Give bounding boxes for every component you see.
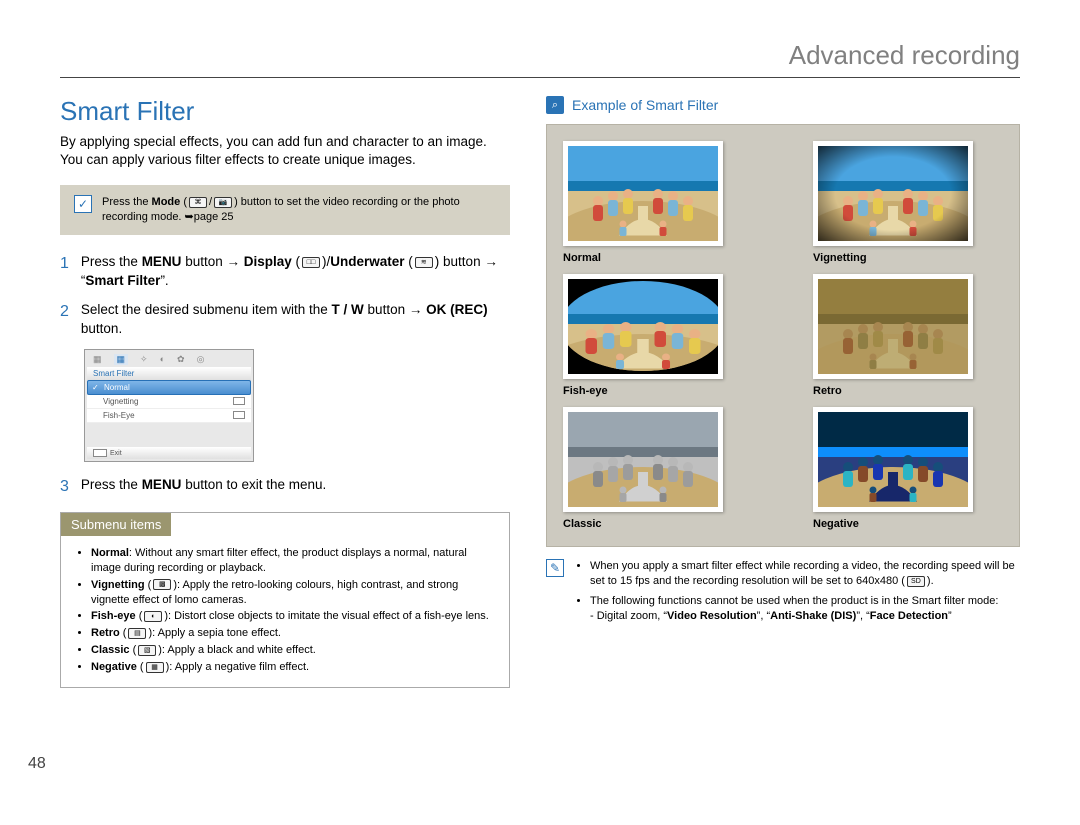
thumb-label: Normal	[563, 252, 753, 264]
osd-tab-icon-active: ▦	[114, 354, 129, 365]
header-title: Advanced recording	[789, 40, 1020, 70]
thumb-image	[563, 141, 723, 246]
thumb-image	[563, 407, 723, 512]
fisheye-icon: ◐	[144, 611, 162, 622]
vignetting-icon: ▩	[153, 579, 171, 590]
submenu-header: Submenu items	[61, 513, 171, 536]
info-icon: ✓	[74, 195, 92, 213]
thumb-label: Retro	[813, 385, 1003, 397]
osd-title: Smart Filter	[87, 367, 251, 380]
osd-menu: ▦ ▦ ✧ ◐ ✿ ◎ Smart Filter ✓ Normal Vignet…	[84, 349, 254, 462]
page-number: 48	[28, 755, 46, 773]
thumb-image	[563, 274, 723, 379]
display-icon: □□	[302, 257, 320, 268]
section-title: Smart Filter	[60, 96, 510, 127]
submenu-item-fisheye: Fish-eye (◐): Distort close objects to i…	[91, 609, 495, 624]
thumb-image	[813, 141, 973, 246]
thumb-label: Negative	[813, 518, 1003, 530]
steps-list: 1 Press the MENU button → Display (□□)/U…	[60, 253, 510, 498]
thumb-negative: Negative	[813, 407, 1003, 530]
submenu-box: Submenu items Normal: Without any smart …	[60, 512, 510, 688]
check-icon: ✓	[92, 383, 99, 392]
note-1: When you apply a smart filter effect whi…	[590, 559, 1020, 590]
thumb-fish-eye: Fish-eye	[563, 274, 753, 397]
example-box: Normal	[546, 124, 1020, 547]
mode-note: ✓ Press the Mode (⌘/📷) button to set the…	[60, 185, 510, 235]
thumb-label: Fish-eye	[563, 385, 753, 397]
osd-item-vignetting: Vignetting	[87, 395, 251, 409]
filter-icon	[233, 397, 245, 405]
negative-icon: ▦	[146, 662, 164, 673]
submenu-item-normal: Normal: Without any smart filter effect,…	[91, 546, 495, 576]
osd-tabbar: ▦ ▦ ✧ ◐ ✿ ◎	[87, 352, 251, 367]
info-icon: ✎	[546, 559, 564, 577]
underwater-icon: ≋	[415, 257, 433, 268]
thumb-image	[813, 407, 973, 512]
thumb-image	[813, 274, 973, 379]
photo-mode-icon: 📷	[214, 197, 232, 208]
mode-note-text: Press the Mode (⌘/📷) button to set the v…	[102, 195, 496, 225]
step-3: 3 Press the MENU button to exit the menu…	[60, 476, 510, 498]
thumb-retro: Retro	[813, 274, 1003, 397]
submenu-item-vignetting: Vignetting (▩): Apply the retro-looking …	[91, 578, 495, 608]
notes: ✎ When you apply a smart filter effect w…	[546, 559, 1020, 629]
thumb-label: Vignetting	[813, 252, 1003, 264]
example-title: Example of Smart Filter	[572, 97, 718, 113]
osd-item-fisheye: Fish-Eye	[87, 409, 251, 423]
sd-icon: SD	[907, 576, 925, 587]
thumb-normal: Normal	[563, 141, 753, 264]
note-2: The following functions cannot be used w…	[590, 594, 1020, 625]
thumb-classic: Classic	[563, 407, 753, 530]
osd-exit: Exit	[87, 447, 251, 459]
submenu-list: Normal: Without any smart filter effect,…	[75, 546, 495, 675]
magnifier-icon: ⌕	[546, 96, 564, 114]
step-1: 1 Press the MENU button → Display (□□)/U…	[60, 253, 510, 291]
section-intro: By applying special effects, you can add…	[60, 133, 510, 169]
osd-tab-icon: ✿	[177, 354, 185, 365]
thumb-vignetting: Vignetting	[813, 141, 1003, 264]
osd-tab-icon: ✧	[140, 354, 148, 365]
classic-icon: ▧	[138, 645, 156, 656]
submenu-item-retro: Retro (▤): Apply a sepia tone effect.	[91, 626, 495, 641]
thumb-label: Classic	[563, 518, 753, 530]
menu-button-icon	[93, 449, 107, 457]
example-header: ⌕ Example of Smart Filter	[546, 96, 1020, 114]
video-mode-icon: ⌘	[189, 197, 207, 208]
filter-icon	[233, 411, 245, 419]
osd-tab-icon: ◎	[197, 354, 205, 365]
osd-tab-icon: ▦	[93, 354, 102, 365]
osd-item-normal: ✓ Normal	[87, 380, 251, 395]
submenu-item-classic: Classic (▧): Apply a black and white eff…	[91, 643, 495, 658]
page-header: Advanced recording	[60, 40, 1020, 78]
submenu-item-negative: Negative (▦): Apply a negative film effe…	[91, 660, 495, 675]
osd-tab-icon: ◐	[160, 354, 165, 365]
step-2: 2 Select the desired submenu item with t…	[60, 301, 510, 339]
retro-icon: ▤	[128, 628, 146, 639]
